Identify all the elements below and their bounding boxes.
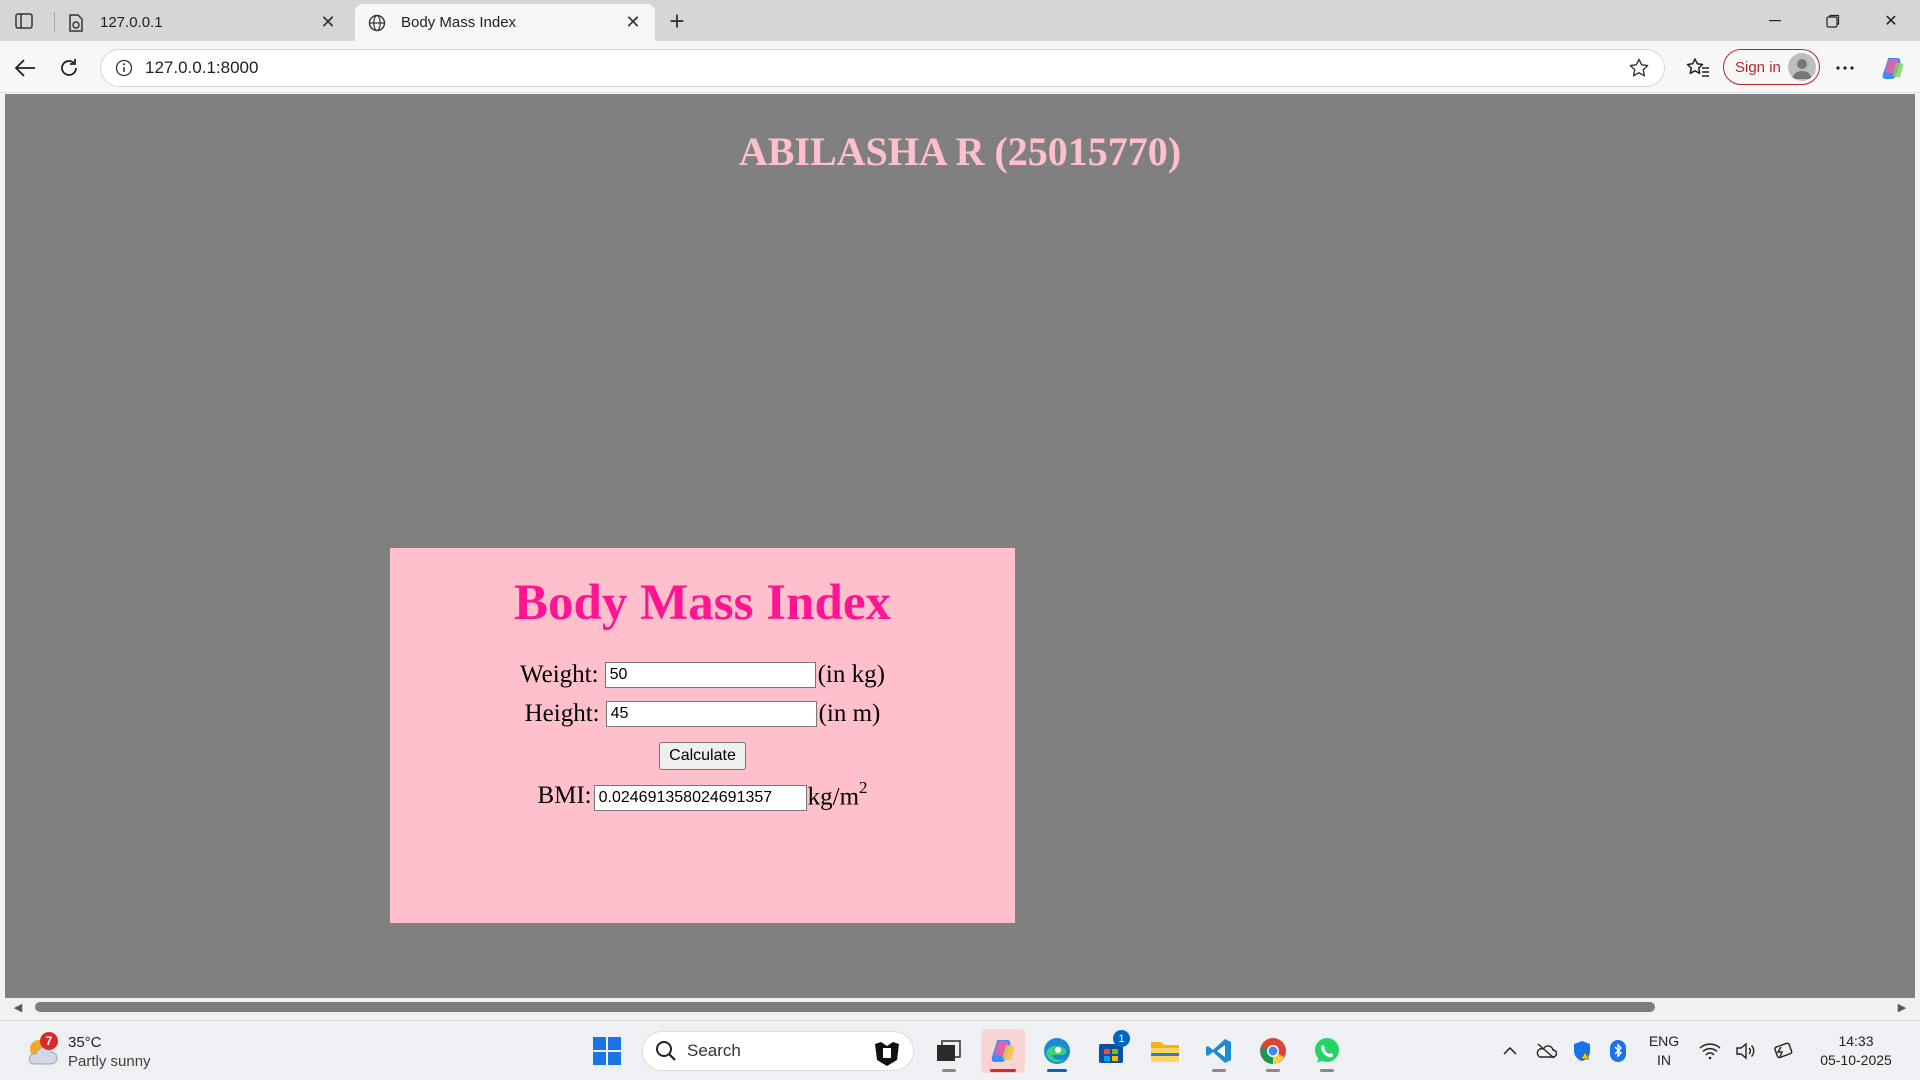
taskbar-apps: Search 1 xyxy=(580,1029,1354,1073)
refresh-icon[interactable] xyxy=(54,53,84,83)
system-clock[interactable]: 14:33 05-10-2025 xyxy=(1800,1032,1912,1070)
running-indicator xyxy=(990,1069,1016,1072)
edge-icon[interactable] xyxy=(1035,1029,1079,1073)
close-window-icon[interactable]: ✕ xyxy=(1862,0,1920,41)
height-row: Height: (in m) xyxy=(390,700,1015,728)
minimize-icon[interactable] xyxy=(1746,0,1804,41)
windows-taskbar: 7 35°C Partly sunny Search 1 ENG IN 14:3… xyxy=(0,1020,1920,1080)
height-unit: (in m) xyxy=(818,700,881,727)
system-tray: ENG IN 14:33 05-10-2025 xyxy=(1492,1021,1920,1080)
bmi-unit-base: kg/m xyxy=(807,783,860,811)
running-indicator xyxy=(1212,1069,1226,1072)
weight-input[interactable] xyxy=(604,662,816,688)
more-options-icon[interactable] xyxy=(1830,53,1860,83)
back-icon[interactable] xyxy=(10,53,40,83)
bmi-result-input[interactable] xyxy=(593,784,807,811)
bmi-result-row: BMI: kg/m2 xyxy=(390,778,1015,811)
search-highlight-icon xyxy=(871,1036,903,1073)
window-controls: ✕ xyxy=(1746,0,1920,41)
bmi-unit: kg/m2 xyxy=(807,778,868,811)
start-icon[interactable] xyxy=(585,1029,629,1073)
chrome-icon[interactable] xyxy=(1251,1029,1295,1073)
close-tab-icon[interactable]: ✕ xyxy=(623,12,643,33)
tab-actions-icon[interactable] xyxy=(10,8,38,34)
favorite-star-icon[interactable] xyxy=(1624,53,1654,83)
bmi-title: Body Mass Index xyxy=(514,575,891,631)
weather-widget[interactable]: 7 35°C Partly sunny xyxy=(24,1031,151,1073)
partly-sunny-icon: 7 xyxy=(24,1032,62,1070)
height-label: Height: xyxy=(524,700,600,727)
language-line2: IN xyxy=(1657,1052,1671,1068)
weather-alert-badge: 7 xyxy=(40,1032,58,1050)
store-notification-badge: 1 xyxy=(1113,1030,1130,1047)
close-tab-icon[interactable]: ✕ xyxy=(318,12,338,33)
scroll-right-icon[interactable]: ▶ xyxy=(1895,1001,1909,1014)
whatsapp-icon[interactable] xyxy=(1305,1029,1349,1073)
calculate-button[interactable]: Calculate xyxy=(659,742,746,770)
language-indicator[interactable]: ENG IN xyxy=(1636,1032,1692,1070)
favorites-icon[interactable] xyxy=(1683,53,1713,83)
weather-temp: 35°C xyxy=(68,1034,102,1051)
volume-icon[interactable] xyxy=(1728,1033,1764,1069)
search-icon xyxy=(656,1041,676,1061)
language-line1: ENG xyxy=(1648,1033,1680,1049)
url-text: 127.0.0.1:8000 xyxy=(145,58,259,77)
store-icon[interactable]: 1 xyxy=(1089,1029,1133,1073)
page-viewport: ABILASHA R (25015770) Body Mass Index We… xyxy=(5,94,1915,998)
clock-time: 14:33 xyxy=(1838,1033,1874,1049)
onedrive-offline-icon[interactable] xyxy=(1528,1033,1564,1069)
weight-label: Weight: xyxy=(520,661,599,688)
copilot-app-icon[interactable] xyxy=(981,1029,1025,1073)
student-name-heading: ABILASHA R (25015770) xyxy=(738,129,1182,174)
new-tab-button[interactable]: + xyxy=(663,6,691,36)
restore-icon[interactable] xyxy=(1804,0,1862,41)
search-label: Search xyxy=(687,1041,741,1060)
tab-title: Body Mass Index xyxy=(401,14,517,31)
defender-warning-icon[interactable] xyxy=(1564,1033,1600,1069)
document-icon xyxy=(66,13,86,33)
site-info-icon[interactable] xyxy=(111,55,137,81)
tab-body-mass-index[interactable]: Body Mass Index ✕ xyxy=(355,4,655,41)
sign-in-button[interactable]: Sign in xyxy=(1723,49,1820,85)
battery-charging-icon[interactable] xyxy=(1764,1033,1800,1069)
address-toolbar: 127.0.0.1:8000 Sign in xyxy=(0,41,1920,93)
address-bar[interactable]: 127.0.0.1:8000 xyxy=(100,49,1665,87)
horizontal-scrollbar[interactable]: ◀ ▶ xyxy=(5,998,1915,1016)
weight-unit: (in kg) xyxy=(817,661,885,688)
task-view-icon[interactable] xyxy=(927,1029,971,1073)
profile-avatar-icon xyxy=(1788,53,1816,81)
bluetooth-icon[interactable] xyxy=(1600,1033,1636,1069)
tab-localhost[interactable]: 127.0.0.1 ✕ xyxy=(54,4,350,41)
running-indicator xyxy=(942,1069,956,1072)
scroll-left-icon[interactable]: ◀ xyxy=(11,1001,25,1014)
height-input[interactable] xyxy=(605,701,817,727)
bmi-unit-exponent: 2 xyxy=(859,778,868,797)
running-indicator xyxy=(1266,1069,1280,1072)
tab-title: 127.0.0.1 xyxy=(100,14,163,31)
running-indicator xyxy=(1047,1069,1067,1072)
copilot-icon[interactable] xyxy=(1878,53,1908,83)
vscode-icon[interactable] xyxy=(1197,1029,1241,1073)
tab-strip: 127.0.0.1 ✕ Body Mass Index ✕ + ✕ xyxy=(0,0,1920,41)
weather-condition: Partly sunny xyxy=(68,1053,151,1070)
globe-icon xyxy=(367,13,387,33)
scrollbar-thumb[interactable] xyxy=(35,1002,1655,1012)
sign-in-label: Sign in xyxy=(1735,58,1781,76)
calculate-row: Calculate xyxy=(390,742,1015,770)
bmi-label: BMI: xyxy=(537,781,592,809)
file-explorer-icon[interactable] xyxy=(1143,1029,1187,1073)
bmi-form-card: Body Mass Index Weight: (in kg) Height: … xyxy=(390,548,1015,923)
running-indicator xyxy=(1320,1069,1334,1072)
clock-date: 05-10-2025 xyxy=(1820,1052,1892,1068)
taskbar-search-box[interactable]: Search xyxy=(642,1031,914,1071)
wifi-icon[interactable] xyxy=(1692,1033,1728,1069)
weight-row: Weight: (in kg) xyxy=(390,661,1015,689)
chevron-up-icon[interactable] xyxy=(1492,1033,1528,1069)
